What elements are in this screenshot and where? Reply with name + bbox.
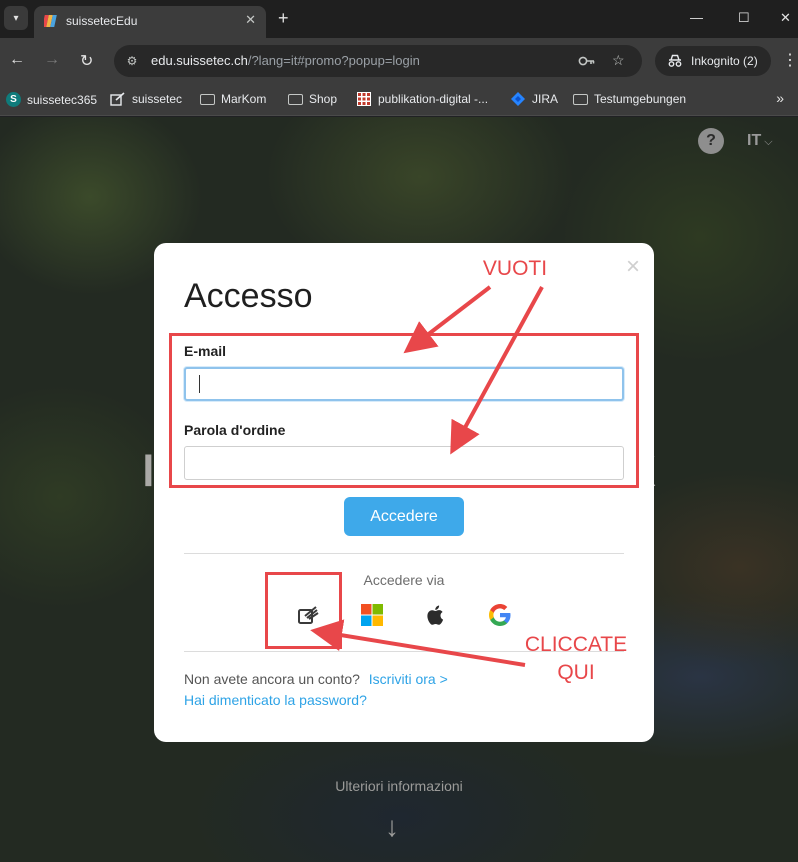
site-info-icon[interactable]: ⚙	[122, 51, 142, 71]
bookmark-testumgebungen[interactable]: Testumgebungen	[573, 92, 686, 106]
active-tab[interactable]: suissetecEdu ✕	[34, 6, 266, 38]
bookmark-jira[interactable]: JIRA	[510, 92, 558, 106]
signup-prompt: Non avete ancora un conto? Iscriviti ora…	[184, 671, 448, 687]
bookmark-suissetec[interactable]: suissetec	[110, 92, 182, 106]
bookmark-label: suissetec365	[27, 92, 98, 107]
empty-fields-highlight-box	[169, 333, 639, 488]
signup-link[interactable]: Iscriviti ora >	[369, 671, 448, 687]
bookmarks-bar: S suissetec365 suissetec MarKom Shop pub…	[0, 84, 798, 116]
folder-icon	[288, 93, 303, 105]
dialog-title: Accesso	[184, 277, 313, 315]
bookmark-suissetec365[interactable]: S suissetec365	[6, 92, 97, 107]
jira-icon	[511, 92, 525, 106]
folder-icon	[200, 93, 215, 105]
bookmarks-overflow-icon[interactable]: »	[776, 90, 784, 106]
tab-search-button[interactable]: ▾	[4, 6, 28, 30]
suissetec-icon	[110, 92, 125, 106]
url-path: /?lang=it#promo?popup=login	[247, 53, 420, 68]
url-text[interactable]: edu.suissetec.ch/?lang=it#promo?popup=lo…	[151, 53, 420, 68]
help-icon[interactable]: ?	[698, 128, 724, 154]
minimize-button[interactable]: —	[690, 10, 703, 25]
bookmark-shop[interactable]: Shop	[288, 92, 337, 106]
suissetec-favicon-icon	[44, 15, 57, 27]
tab-title: suissetecEdu	[66, 14, 138, 28]
folder-icon	[573, 93, 588, 105]
google-icon[interactable]	[488, 603, 512, 627]
reload-icon[interactable]: ↻	[80, 51, 93, 71]
publikation-icon	[357, 92, 371, 106]
annotation-click-line-2: QUI	[557, 661, 595, 684]
browser-menu-icon[interactable]: ⋮	[782, 50, 798, 70]
language-switcher[interactable]: IT ⌵	[747, 132, 773, 150]
edu-id-highlight-box	[265, 572, 342, 649]
browser-toolbar: ← → ↻ ⚙ edu.suissetec.ch/?lang=it#promo?…	[0, 38, 798, 84]
bookmark-label: MarKom	[221, 92, 267, 106]
annotation-click-line-1: CLICCATE	[524, 633, 628, 656]
bookmark-star-icon[interactable]: ☆	[612, 52, 625, 69]
bookmark-markom[interactable]: MarKom	[200, 92, 266, 106]
address-bar[interactable]: ⚙ edu.suissetec.ch/?lang=it#promo?popup=…	[114, 45, 642, 77]
tab-strip: ▾ suissetecEdu ✕ + — ☐ ✕	[0, 0, 798, 38]
bookmark-label: Testumgebungen	[594, 92, 687, 106]
bookmark-label: publikation-digital -...	[378, 92, 489, 106]
incognito-label: Inkognito (2)	[691, 54, 758, 68]
bookmark-label: Shop	[309, 92, 338, 106]
maximize-button[interactable]: ☐	[738, 10, 750, 26]
close-icon[interactable]: ×	[626, 253, 640, 281]
bookmark-publikation-digital[interactable]: publikation-digital -...	[356, 92, 488, 106]
scroll-down-arrow-icon[interactable]: ↓	[385, 811, 399, 843]
divider	[184, 553, 624, 554]
language-code: IT	[747, 132, 762, 149]
password-key-icon[interactable]	[578, 54, 596, 68]
bookmark-label: suissetec	[132, 92, 183, 106]
annotation-click-note: CLICCATE QUI	[512, 631, 640, 687]
incognito-icon	[668, 54, 682, 67]
login-button[interactable]: Accedere	[344, 497, 464, 536]
no-account-text: Non avete ancora un conto?	[184, 671, 360, 687]
new-tab-button[interactable]: +	[278, 8, 289, 29]
forgot-password-link[interactable]: Hai dimenticato la password?	[184, 692, 367, 708]
bookmark-label: JIRA	[532, 92, 559, 106]
annotation-empty-note: VUOTI	[482, 257, 548, 280]
window-close-button[interactable]: ✕	[780, 10, 791, 26]
url-host: edu.suissetec.ch	[151, 53, 248, 68]
apple-icon[interactable]	[424, 603, 448, 627]
login-via-label: Accedere via	[363, 572, 445, 588]
tab-close-icon[interactable]: ✕	[245, 12, 256, 28]
chevron-down-icon: ⌵	[761, 136, 773, 148]
sharepoint-icon: S	[6, 92, 21, 107]
back-arrow-icon[interactable]: ←	[9, 51, 25, 69]
incognito-indicator[interactable]: Inkognito (2)	[655, 46, 771, 76]
forward-arrow-icon[interactable]: →	[44, 51, 60, 69]
more-info-link[interactable]: Ulteriori informazioni	[0, 778, 798, 794]
microsoft-icon[interactable]	[360, 603, 384, 627]
